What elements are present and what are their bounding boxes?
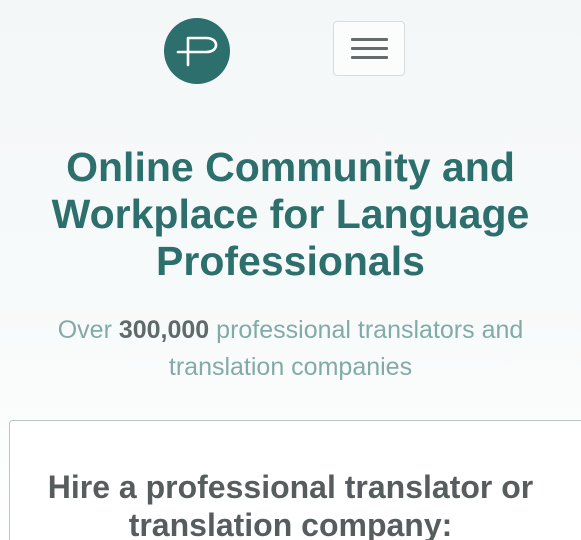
hero-title-line: Online Community and bbox=[66, 144, 515, 190]
page: Online Community and Workplace for Langu… bbox=[0, 0, 581, 540]
hero-title-line: Professionals bbox=[156, 238, 425, 284]
hero-title: Online Community and Workplace for Langu… bbox=[0, 144, 581, 285]
hire-card-title: Hire a professional translator or transl… bbox=[0, 468, 581, 540]
hero-title-line: Workplace for Language bbox=[51, 191, 530, 237]
menu-button[interactable] bbox=[333, 21, 405, 76]
hire-card-title-line: Hire a professional translator or bbox=[47, 469, 534, 505]
subtitle-line2: translation companies bbox=[168, 353, 413, 381]
top-nav bbox=[0, 0, 581, 100]
subtitle-prefix: Over bbox=[57, 316, 119, 344]
hero-subtitle: Over 300,000 professional translators an… bbox=[0, 312, 581, 386]
member-count: 300,000 bbox=[118, 316, 210, 344]
hire-card-title-line: translation company: bbox=[128, 507, 453, 540]
subtitle-suffix: professional translators and bbox=[209, 316, 524, 344]
site-logo[interactable] bbox=[164, 18, 230, 84]
proz-logo-icon bbox=[176, 36, 218, 67]
